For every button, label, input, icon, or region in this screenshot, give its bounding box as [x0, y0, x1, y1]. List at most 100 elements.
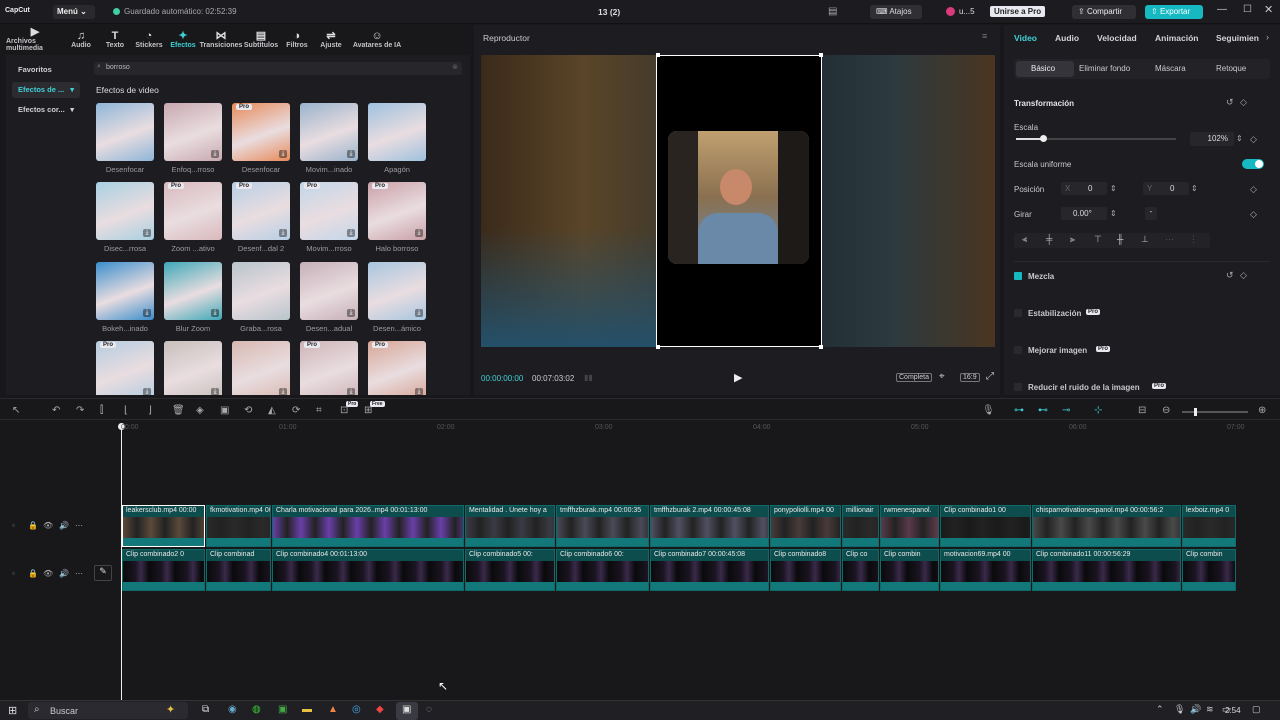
toolbar-avatar[interactable]: ☺ Avatares de IA	[348, 25, 406, 53]
tab-video[interactable]: Video	[1014, 33, 1037, 43]
more-icon[interactable]: ⋯	[75, 569, 83, 578]
blend-label[interactable]: Mezcla	[1028, 272, 1054, 281]
capcut-taskbar-item[interactable]: ▣	[396, 702, 418, 720]
microphone-icon[interactable]: 🎙	[982, 405, 995, 416]
effect-thumbnail[interactable]: ⤓	[232, 341, 290, 395]
download-icon[interactable]: ⤓	[143, 309, 151, 317]
effect-thumbnail[interactable]: Pro ⤓	[232, 182, 290, 240]
timeline-clip[interactable]: Clip combin	[1182, 549, 1236, 591]
effect-thumbnail[interactable]: Pro ⤓	[96, 341, 154, 395]
effect-thumbnail[interactable]: Pro ⤓	[300, 341, 358, 395]
tab-tracking[interactable]: Seguimien	[1216, 33, 1259, 43]
split-right-icon[interactable]: ⌋	[148, 405, 152, 416]
download-icon[interactable]: ⤓	[279, 150, 287, 158]
download-icon[interactable]: ⤓	[347, 150, 355, 158]
brave-icon[interactable]: ◆	[376, 704, 384, 715]
volume-icon[interactable]: 🔊	[1190, 704, 1201, 715]
transform-title[interactable]: Transformación	[1014, 99, 1074, 108]
menu-button[interactable]: Menú ⌄	[53, 5, 95, 19]
avatar[interactable]	[946, 7, 955, 16]
mirror-icon[interactable]: ◭	[268, 405, 276, 416]
rotate-icon[interactable]: ⟳	[292, 405, 300, 416]
timeline-clip[interactable]: Clip co	[842, 549, 879, 591]
download-icon[interactable]: ⤓	[211, 309, 219, 317]
download-icon[interactable]: ⤓	[143, 388, 151, 395]
keyframe-icon[interactable]: ◇	[1250, 134, 1257, 145]
stabilize-label[interactable]: Estabilización	[1028, 309, 1081, 318]
effect-thumbnail[interactable]: ⤓	[368, 262, 426, 320]
effect-thumbnail[interactable]: ⤓	[96, 262, 154, 320]
stepper-icon[interactable]: ⇕	[1110, 209, 1117, 218]
tab-audio[interactable]: Audio	[1055, 33, 1079, 43]
effect-thumbnail[interactable]: ⤓	[164, 262, 222, 320]
align-bottom-icon[interactable]: ⊥	[1141, 234, 1149, 245]
effect-thumbnail[interactable]: ⤓	[300, 262, 358, 320]
clear-icon[interactable]: ⊗	[452, 63, 458, 71]
enhance-checkbox[interactable]	[1014, 346, 1022, 354]
resize-handle[interactable]	[819, 53, 823, 57]
subtab-mask[interactable]: Máscara	[1155, 64, 1186, 73]
timeline-clip[interactable]: millionair	[842, 505, 879, 547]
toolbar-media[interactable]: ▶ Archivos multimedia	[6, 25, 64, 53]
copilot-app-icon[interactable]: ◉	[228, 704, 237, 715]
fullscreen-icon[interactable]: ⤢	[986, 371, 994, 382]
lock-icon[interactable]: 🔒	[28, 569, 38, 578]
zoom-out-icon[interactable]: ⊖	[1162, 405, 1170, 416]
fit-timeline-icon[interactable]: ⊟	[1138, 405, 1146, 416]
search-input[interactable]: ⌕ borroso ⊗	[94, 62, 462, 75]
resize-handle[interactable]	[656, 345, 660, 349]
chevron-up-icon[interactable]: ⌃	[1156, 704, 1164, 715]
toolbar-sticker[interactable]: ◔ Stickers	[132, 25, 166, 53]
taskbar-search[interactable]: ⌕ Buscar ✦	[28, 702, 188, 719]
scale-slider[interactable]	[1016, 135, 1176, 142]
clock[interactable]: 2:54	[1225, 706, 1241, 715]
denoise-label[interactable]: Reducir el ruido de la imagen	[1028, 383, 1140, 392]
subtab-remove-bg[interactable]: Eliminar fondo	[1079, 64, 1130, 73]
effect-thumbnail[interactable]: ⤓	[96, 182, 154, 240]
distribute-h-icon[interactable]: ⋯	[1165, 234, 1174, 245]
lock-icon[interactable]: 🔒	[28, 521, 38, 530]
position-x-input[interactable]: X0	[1061, 182, 1107, 195]
timeline-clip[interactable]: Clip combinado8	[770, 549, 841, 591]
obs-icon[interactable]: ◌	[426, 704, 432, 715]
folder-icon[interactable]: ▬	[302, 704, 312, 715]
rotate-input[interactable]: 0.00°	[1061, 207, 1107, 220]
toolbar-text[interactable]: T Texto	[98, 25, 132, 53]
keyframe-icon[interactable]: ◇	[1240, 97, 1247, 108]
reset-icon[interactable]: ↺	[1226, 97, 1234, 108]
timeline-clip[interactable]: tmffhzburak.mp4 00:00:35	[556, 505, 649, 547]
keyframe-icon[interactable]: ◇	[1250, 184, 1257, 195]
enhance-label[interactable]: Mejorar imagen	[1028, 346, 1087, 355]
toolbar-filter[interactable]: ◑ Filtros	[280, 25, 314, 53]
timeline-toggle-icon[interactable]: ▮▮	[584, 373, 593, 382]
windows-start-icon[interactable]: ⊞	[8, 704, 17, 717]
timeline-clip[interactable]: Charla motivacional para 2026..mp4 00:01…	[272, 505, 464, 547]
align-center-icon[interactable]: ╪	[1046, 234, 1052, 244]
uniform-scale-toggle[interactable]	[1242, 159, 1264, 169]
toolbar-subtitles[interactable]: ▤ Subtítulos	[242, 25, 280, 53]
download-icon[interactable]: ⤓	[415, 309, 423, 317]
align-top-icon[interactable]: ⊤	[1094, 234, 1102, 245]
toolbar-adjust[interactable]: ⇌ Ajuste	[314, 25, 348, 53]
download-icon[interactable]: ⤓	[347, 229, 355, 237]
download-icon[interactable]: ⤓	[279, 388, 287, 395]
keyframe-icon[interactable]: ◇	[1240, 270, 1247, 281]
timeline-clip[interactable]: Clip combin	[880, 549, 939, 591]
timeline-clip[interactable]: ponypoliolli.mp4 00	[770, 505, 841, 547]
resize-handle[interactable]	[819, 345, 823, 349]
align-left-icon[interactable]: ⫷	[1022, 234, 1027, 245]
link-icon[interactable]: ⊸	[1062, 405, 1070, 416]
download-icon[interactable]: ⤓	[143, 229, 151, 237]
timeline-clip[interactable]: fkmotivation.mp4 00:00	[206, 505, 271, 547]
timeline-clip[interactable]: Clip combinado4 00:01:13:00	[272, 549, 464, 591]
tab-animation[interactable]: Animación	[1155, 33, 1198, 43]
download-icon[interactable]: ⤓	[211, 150, 219, 158]
toolbar-transition[interactable]: ⋈ Transiciones	[200, 25, 243, 53]
toolbar-effects[interactable]: ✦ Efectos	[166, 25, 200, 53]
download-icon[interactable]: ⤓	[347, 388, 355, 395]
eye-icon[interactable]: 👁	[43, 569, 53, 578]
timeline-clip[interactable]: Clip combinado1 00	[940, 505, 1031, 547]
join-pro-button[interactable]: Unirse a Pro	[990, 6, 1046, 17]
preview-canvas[interactable]	[481, 53, 995, 349]
delete-icon[interactable]: 🗑	[172, 405, 185, 416]
